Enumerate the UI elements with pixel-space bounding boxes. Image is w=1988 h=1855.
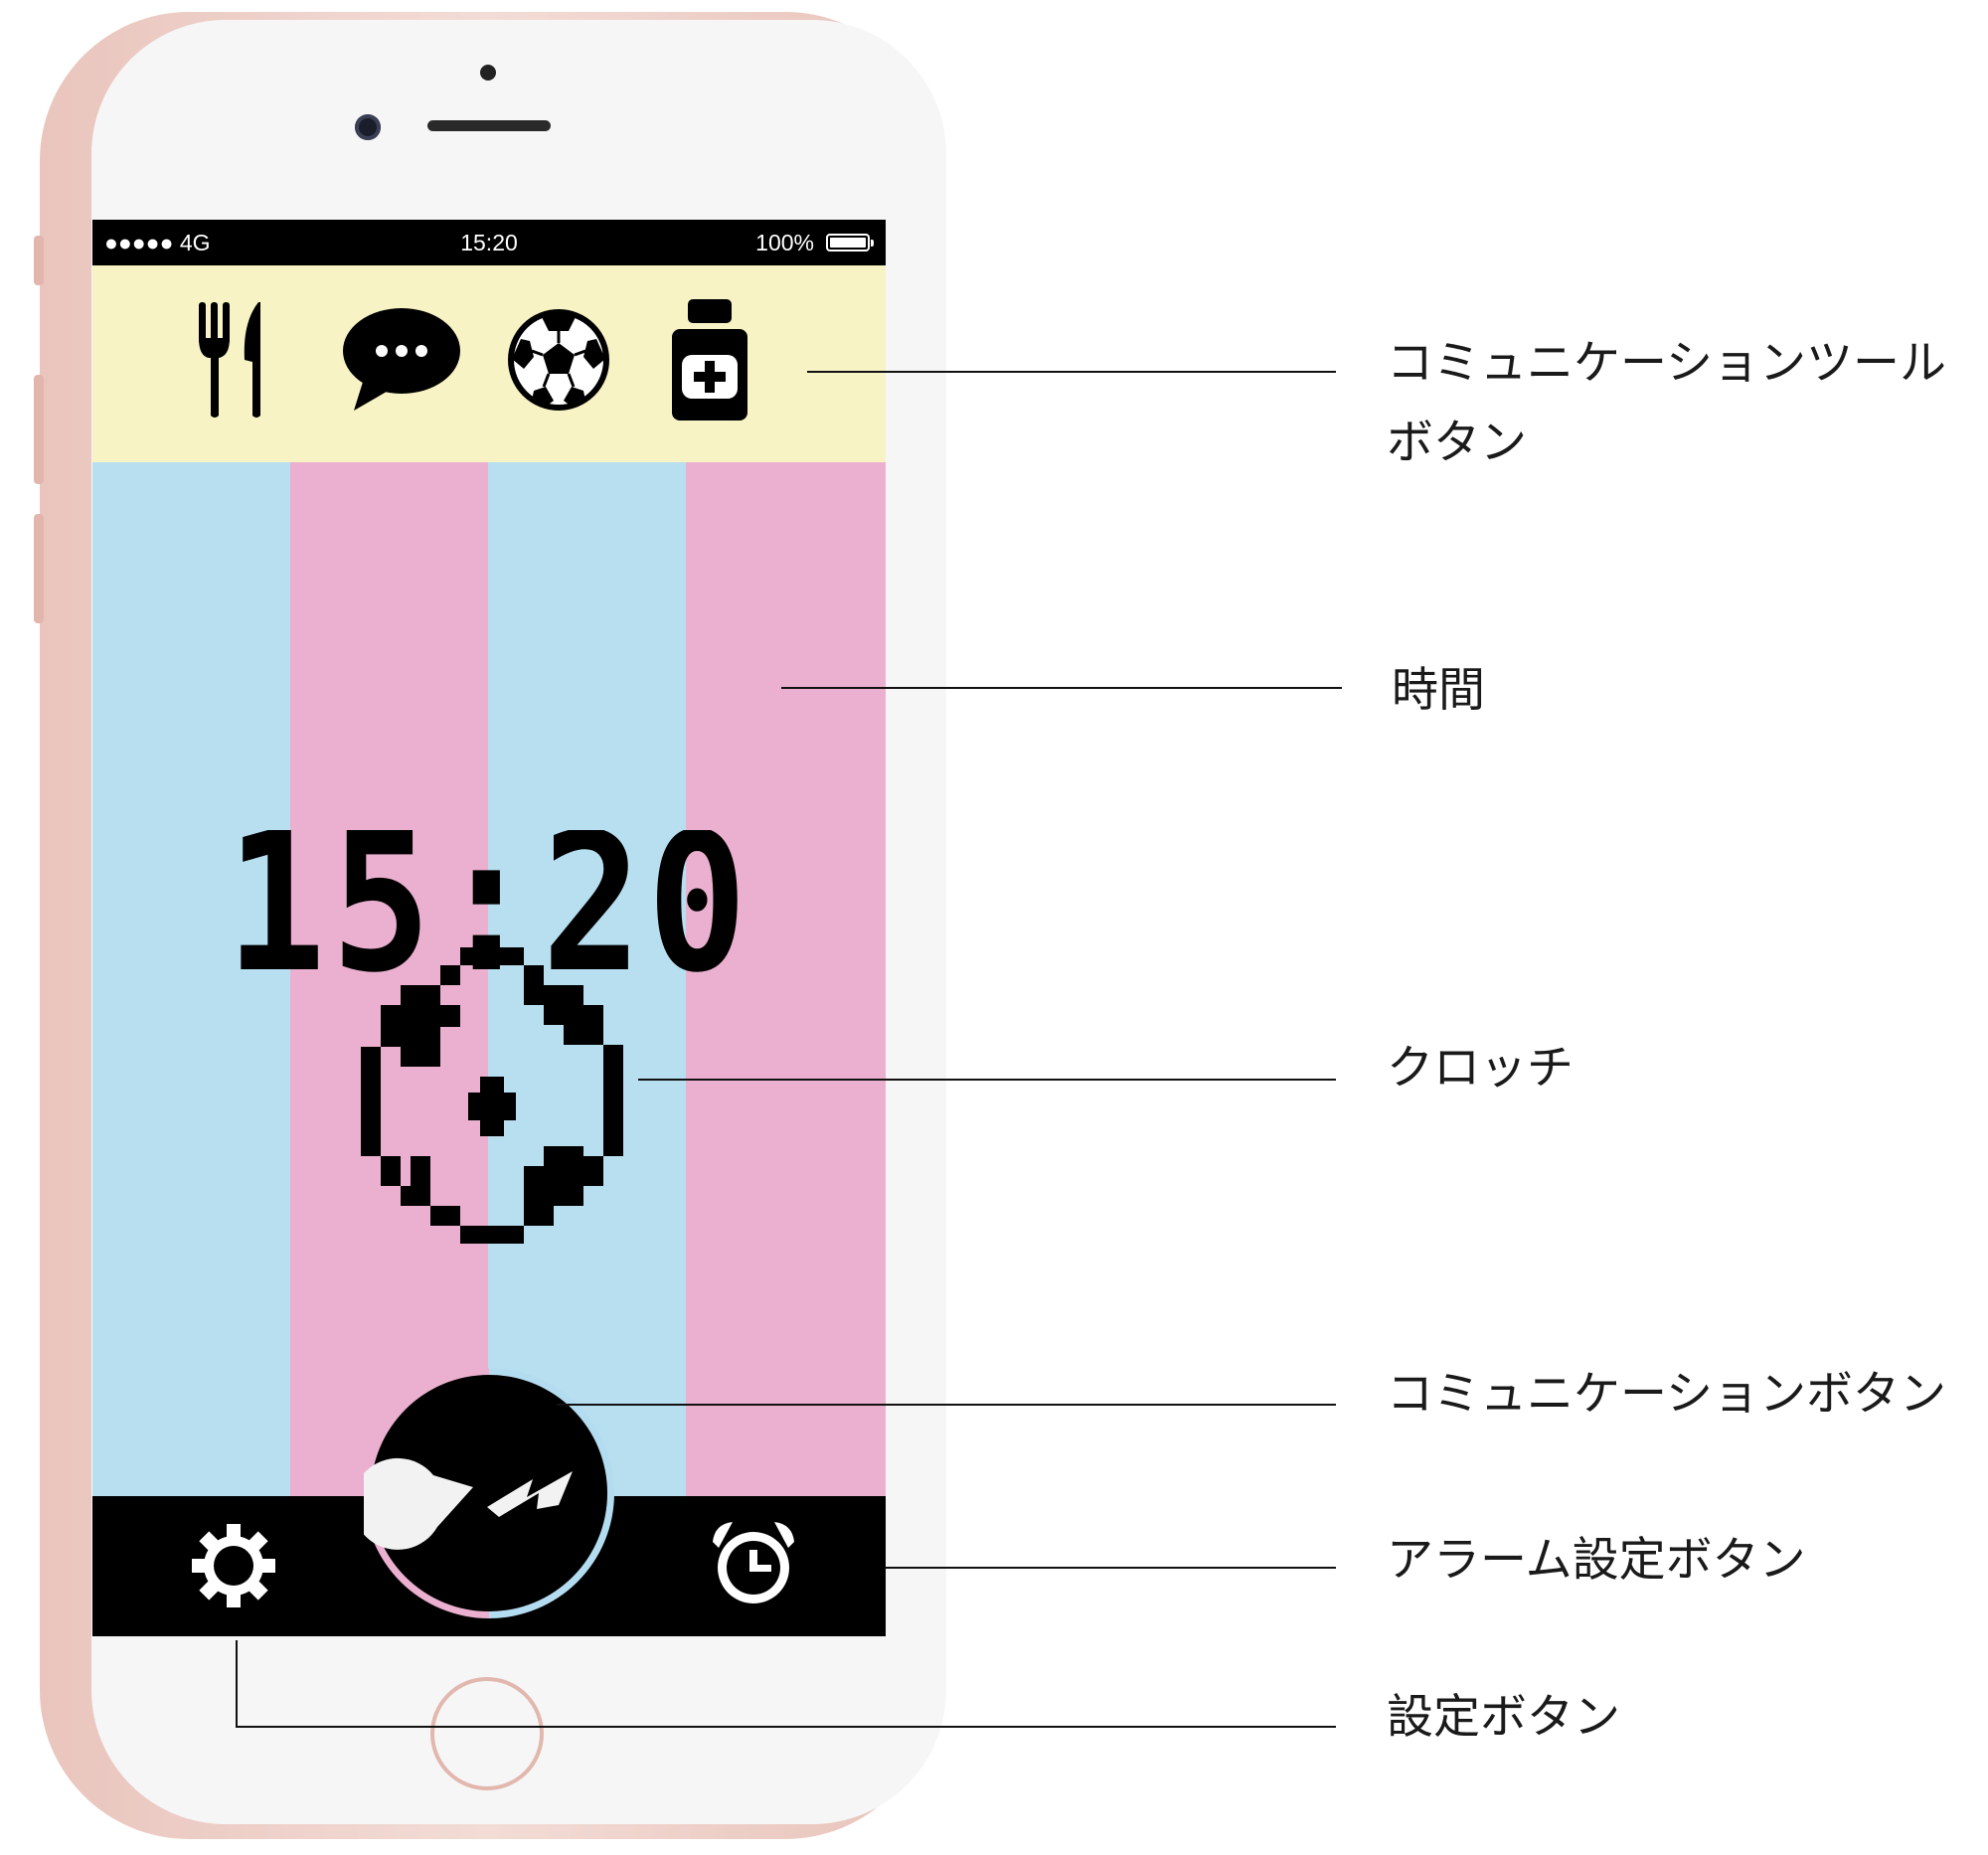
callout-communication-button: コミュニケーションボタン [1387, 1367, 1947, 1422]
callout-clocchi: クロッチ [1387, 1041, 1574, 1096]
callout-alarm-settings-button: アラーム設定ボタン [1387, 1533, 1806, 1588]
callout-line-2: ボタン [1387, 416, 1527, 470]
callout-line-1: コミュニケーションツール [1387, 336, 1947, 391]
callout-time: 時間 [1392, 663, 1485, 718]
callout-settings-button: 設定ボタン [1387, 1690, 1620, 1745]
callout-communication-tool-buttons: コミュニケーションツール ボタン [1387, 324, 1946, 483]
